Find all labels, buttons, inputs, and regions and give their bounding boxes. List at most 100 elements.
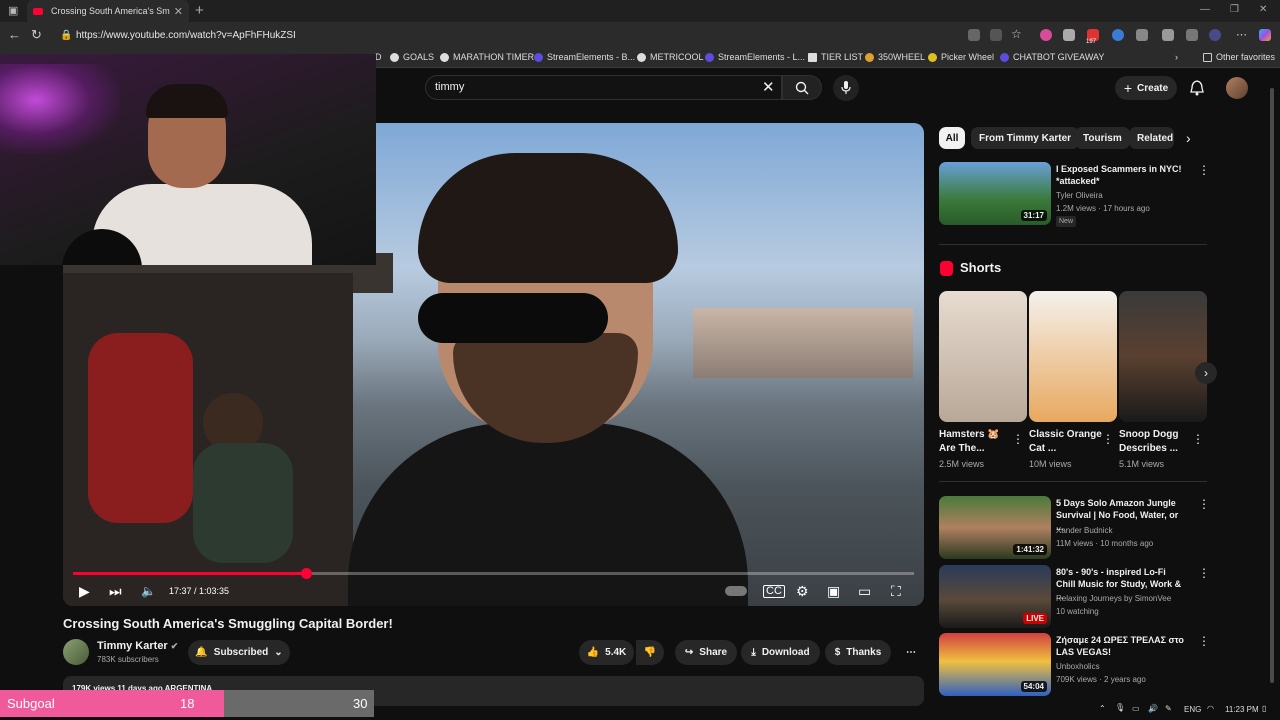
extensions-icon[interactable]: [1162, 29, 1174, 41]
shorts-next-icon[interactable]: ›: [1195, 362, 1217, 384]
chips-next-icon[interactable]: ›: [1186, 130, 1191, 146]
create-button[interactable]: + Create: [1115, 76, 1177, 100]
video-channel[interactable]: Tyler Oliveira: [1056, 190, 1103, 202]
wifi-icon[interactable]: ◠: [1207, 704, 1214, 713]
play-icon[interactable]: ▶: [79, 583, 90, 600]
bookmark-chatbot-giveaway[interactable]: CHATBOT GIVEAWAY: [1000, 52, 1104, 62]
bookmarks-more-icon[interactable]: ›: [1175, 52, 1178, 62]
bookmark-streamelements-b[interactable]: StreamElements - B...: [534, 52, 635, 62]
close-window-icon[interactable]: ✕: [1259, 4, 1267, 15]
subgoal-label: Subgoal: [7, 696, 55, 711]
more-icon[interactable]: ⋯: [1236, 28, 1247, 41]
bookmark-goals[interactable]: GOALS: [390, 52, 434, 62]
bookmark-marathon-timer[interactable]: MARATHON TIMER: [440, 52, 534, 62]
search-input[interactable]: timmy: [425, 75, 782, 100]
bookmark-streamelements-l[interactable]: StreamElements - L...: [705, 52, 805, 62]
new-tab-icon[interactable]: +: [195, 2, 204, 19]
subscribed-button[interactable]: 🔔 Subscribed ⌄: [188, 640, 290, 665]
extension-icon[interactable]: [1063, 29, 1075, 41]
bookmark-350wheel[interactable]: 350WHEEL: [865, 52, 925, 62]
dislike-button[interactable]: 👎: [636, 640, 664, 665]
like-button[interactable]: 👍 5.4K: [579, 640, 634, 665]
volume-icon[interactable]: 🔊: [1148, 704, 1158, 713]
bookmark-metricool[interactable]: METRICOOL: [637, 52, 704, 62]
short-menu-icon[interactable]: ⋮: [1102, 432, 1114, 446]
display-icon[interactable]: ▭: [1132, 704, 1140, 713]
video-menu-icon[interactable]: ⋮: [1198, 566, 1210, 580]
share-button[interactable]: ↪ Share: [675, 640, 737, 665]
video-menu-icon[interactable]: ⋮: [1198, 634, 1210, 648]
video-channel[interactable]: Relaxing Journeys by SimonVee: [1056, 593, 1171, 605]
short-title[interactable]: Hamsters 🐹 Are The...: [939, 428, 1015, 456]
video-title[interactable]: Ζήσαμε 24 ΩΡΕΣ ΤΡΕΛΑΣ στο LAS VEGAS!: [1056, 634, 1186, 658]
video-title[interactable]: I Exposed Scammers in NYC! *attacked*: [1056, 163, 1186, 187]
video-channel[interactable]: Unboxholics: [1056, 661, 1100, 673]
volume-icon[interactable]: 🔈: [141, 584, 156, 598]
close-tab-icon[interactable]: ✕: [174, 5, 183, 18]
pen-icon[interactable]: ✎: [1165, 704, 1172, 713]
video-channel[interactable]: Xander Budnick: [1056, 525, 1112, 537]
search-button[interactable]: [782, 75, 822, 100]
chip-tourism[interactable]: Tourism: [1075, 127, 1130, 149]
extension-icon[interactable]: [1040, 29, 1052, 41]
browser-tab[interactable]: Crossing South America's Smugg ✕: [27, 0, 189, 22]
video-thumbnail[interactable]: 54:04: [939, 633, 1051, 696]
collections-icon[interactable]: [1186, 29, 1198, 41]
extension-icon[interactable]: [1136, 29, 1148, 41]
thanks-button[interactable]: $ Thanks: [825, 640, 891, 665]
minimize-icon[interactable]: —: [1200, 4, 1210, 15]
short-thumbnail[interactable]: [939, 291, 1027, 422]
extension-icon[interactable]: [1112, 29, 1124, 41]
theater-mode-icon[interactable]: ▭: [858, 583, 871, 600]
thanks-label: Thanks: [846, 647, 882, 658]
notifications-icon[interactable]: ▯: [1262, 704, 1266, 713]
clear-search-icon[interactable]: ✕: [762, 78, 775, 96]
notifications-bell-icon[interactable]: [1190, 80, 1204, 96]
account-avatar[interactable]: [1226, 77, 1248, 99]
short-thumbnail[interactable]: [1119, 291, 1207, 422]
autoplay-toggle[interactable]: [725, 586, 747, 596]
copilot-icon[interactable]: [1259, 29, 1271, 41]
voice-search-button[interactable]: [833, 75, 859, 101]
page-scrollbar[interactable]: [1270, 88, 1274, 683]
language-indicator[interactable]: ENG: [1184, 705, 1201, 714]
more-actions-button[interactable]: ⋯: [899, 640, 923, 665]
video-thumbnail[interactable]: LIVE: [939, 565, 1051, 628]
read-aloud-icon[interactable]: [968, 29, 980, 41]
back-icon[interactable]: ←: [8, 27, 21, 42]
channel-name[interactable]: Timmy Karter ✔: [97, 640, 178, 652]
refresh-icon[interactable]: ↻: [31, 27, 42, 43]
microphone-icon[interactable]: 🎙: [1115, 703, 1125, 712]
short-menu-icon[interactable]: ⋮: [1012, 432, 1024, 446]
bookmark-picker-wheel[interactable]: Picker Wheel: [928, 52, 994, 62]
short-thumbnail[interactable]: [1029, 291, 1117, 422]
next-icon[interactable]: ⏭: [109, 583, 122, 600]
fullscreen-icon[interactable]: ⛶: [891, 583, 901, 600]
settings-gear-icon[interactable]: ⚙: [796, 583, 809, 600]
short-menu-icon[interactable]: ⋮: [1192, 432, 1204, 446]
short-title[interactable]: Classic Orange Cat ...: [1029, 428, 1105, 456]
download-button[interactable]: ⤓ Download: [741, 640, 820, 665]
short-title[interactable]: Snoop Dogg Describes ...: [1119, 428, 1195, 456]
bookmark-tier-list[interactable]: TIER LIST: [808, 52, 863, 62]
clock-time[interactable]: 11:23 PM: [1225, 705, 1259, 714]
video-thumbnail[interactable]: 1:41:32: [939, 496, 1051, 559]
video-thumbnail[interactable]: 31:17: [939, 162, 1051, 225]
apps-icon[interactable]: [990, 29, 1002, 41]
captions-icon[interactable]: CC: [763, 585, 785, 598]
tray-overflow-icon[interactable]: ⌃: [1099, 704, 1106, 713]
chip-from-channel[interactable]: From Timmy Karter: [971, 127, 1080, 149]
chip-related[interactable]: Related: [1129, 127, 1174, 149]
tab-actions-icon[interactable]: ▣: [8, 4, 18, 17]
channel-avatar[interactable]: [63, 639, 89, 665]
favorite-star-icon[interactable]: ☆: [1011, 27, 1023, 41]
video-menu-icon[interactable]: ⋮: [1198, 497, 1210, 511]
video-menu-icon[interactable]: ⋮: [1198, 163, 1210, 177]
miniplayer-icon[interactable]: ▣: [827, 583, 840, 600]
maximize-icon[interactable]: ❐: [1230, 4, 1239, 15]
other-favorites[interactable]: Other favorites: [1203, 52, 1275, 62]
profile-icon[interactable]: [1209, 29, 1221, 41]
chip-all[interactable]: All: [939, 127, 965, 149]
site-info-icon[interactable]: 🔒: [60, 27, 72, 45]
progress-played: [73, 572, 306, 575]
